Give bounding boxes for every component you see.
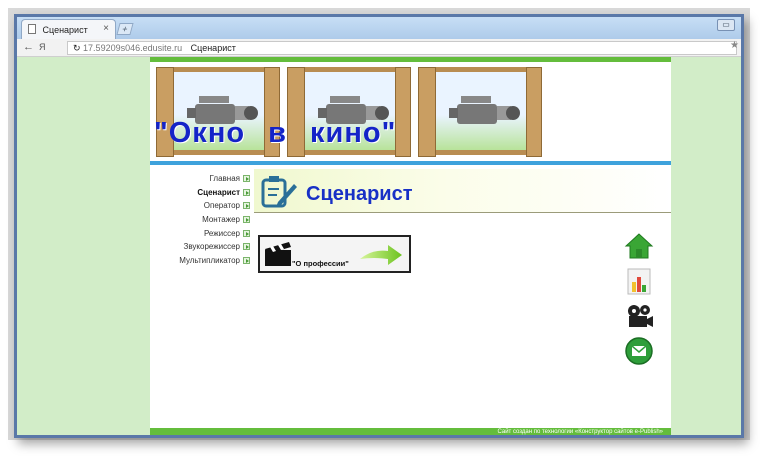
address-page-title: Сценарист <box>190 43 236 53</box>
site-container: "Окно в кино" Главная Сценарист Оператор… <box>150 57 671 435</box>
sidebar-item-sound-director[interactable]: Звукорежиссер <box>150 242 250 256</box>
sidebar-item-label: Монтажер <box>202 215 240 225</box>
browser-window: Сценарист × + ▭ ← Я ↻ 17.59209s046.edusi… <box>14 14 744 438</box>
window-control-button[interactable]: ▭ <box>717 19 735 31</box>
home-icon[interactable] <box>624 231 654 261</box>
sidebar-item-label: Звукорежиссер <box>183 242 240 252</box>
page-icon <box>28 24 36 34</box>
sidebar-item-screenwriter[interactable]: Сценарист <box>150 188 250 202</box>
arrow-right-icon <box>243 188 250 196</box>
sidebar-item-animator[interactable]: Мультипликатор <box>150 256 250 270</box>
back-icon[interactable]: ← <box>23 41 34 53</box>
sidebar-item-operator[interactable]: Оператор <box>150 201 250 215</box>
arrow-right-icon <box>243 229 250 237</box>
browser-tab[interactable]: Сценарист × <box>21 19 116 39</box>
arrow-right-icon <box>243 257 250 265</box>
reload-icon[interactable]: ↻ <box>73 43 83 53</box>
new-tab-button[interactable]: + <box>116 23 134 35</box>
arrow-right-icon <box>243 202 250 210</box>
banner-title: "Окно в кино" <box>154 117 397 149</box>
tab-close-icon[interactable]: × <box>103 23 109 34</box>
about-profession-button[interactable]: "О профессии" <box>258 235 411 273</box>
top-green-stripe <box>150 57 671 62</box>
clipboard-pen-icon <box>261 176 297 208</box>
page-viewport: "Окно в кино" Главная Сценарист Оператор… <box>17 57 741 435</box>
clapperboard-icon <box>265 242 291 266</box>
sidebar-item-home[interactable]: Главная <box>150 174 250 188</box>
address-bar[interactable]: ↻ 17.59209s046.edusite.ru Сценарист <box>67 41 737 55</box>
arrow-right-icon <box>243 243 250 251</box>
forward-icon[interactable]: Я <box>39 42 46 52</box>
sidebar-item-label: Мультипликатор <box>179 256 240 266</box>
tab-title: Сценарист <box>42 25 88 35</box>
address-toolbar: ← Я ↻ 17.59209s046.edusite.ru Сценарист … <box>17 39 741 57</box>
sidebar-item-label: Сценарист <box>197 187 240 197</box>
footer-text: Сайт создан по технологии «Конструктор с… <box>497 429 663 435</box>
sidebar-item-label: Режиссер <box>203 228 240 238</box>
site-footer: Сайт создан по технологии «Конструктор с… <box>150 428 671 435</box>
mail-icon[interactable] <box>624 336 654 366</box>
about-profession-label: "О профессии" <box>292 259 349 268</box>
quick-links <box>624 231 658 371</box>
title-bar: Сценарист × + ▭ <box>17 17 741 39</box>
sidebar-item-label: Оператор <box>203 201 240 211</box>
film-reel-icon[interactable] <box>624 301 654 331</box>
url-text: 17.59209s046.edusite.ru <box>83 43 183 53</box>
sidebar-item-director[interactable]: Режиссер <box>150 229 250 243</box>
arrow-right-icon <box>360 245 402 265</box>
content-header: Сценарист <box>254 169 671 213</box>
arrow-right-icon <box>243 216 250 224</box>
blue-divider-band <box>150 161 671 165</box>
window-frame-image <box>418 67 542 157</box>
video-camera-icon <box>449 96 520 124</box>
arrow-right-icon <box>243 175 250 182</box>
sidebar-item-editor[interactable]: Монтажер <box>150 215 250 229</box>
page-title: Сценарист <box>306 183 413 205</box>
site-banner: "Окно в кино" <box>150 63 671 159</box>
sidebar-nav: Главная Сценарист Оператор Монтажер Режи… <box>150 174 250 270</box>
chart-icon[interactable] <box>624 266 654 296</box>
bookmark-star-icon[interactable]: ★ <box>730 40 739 51</box>
sidebar-item-label: Главная <box>209 174 240 183</box>
